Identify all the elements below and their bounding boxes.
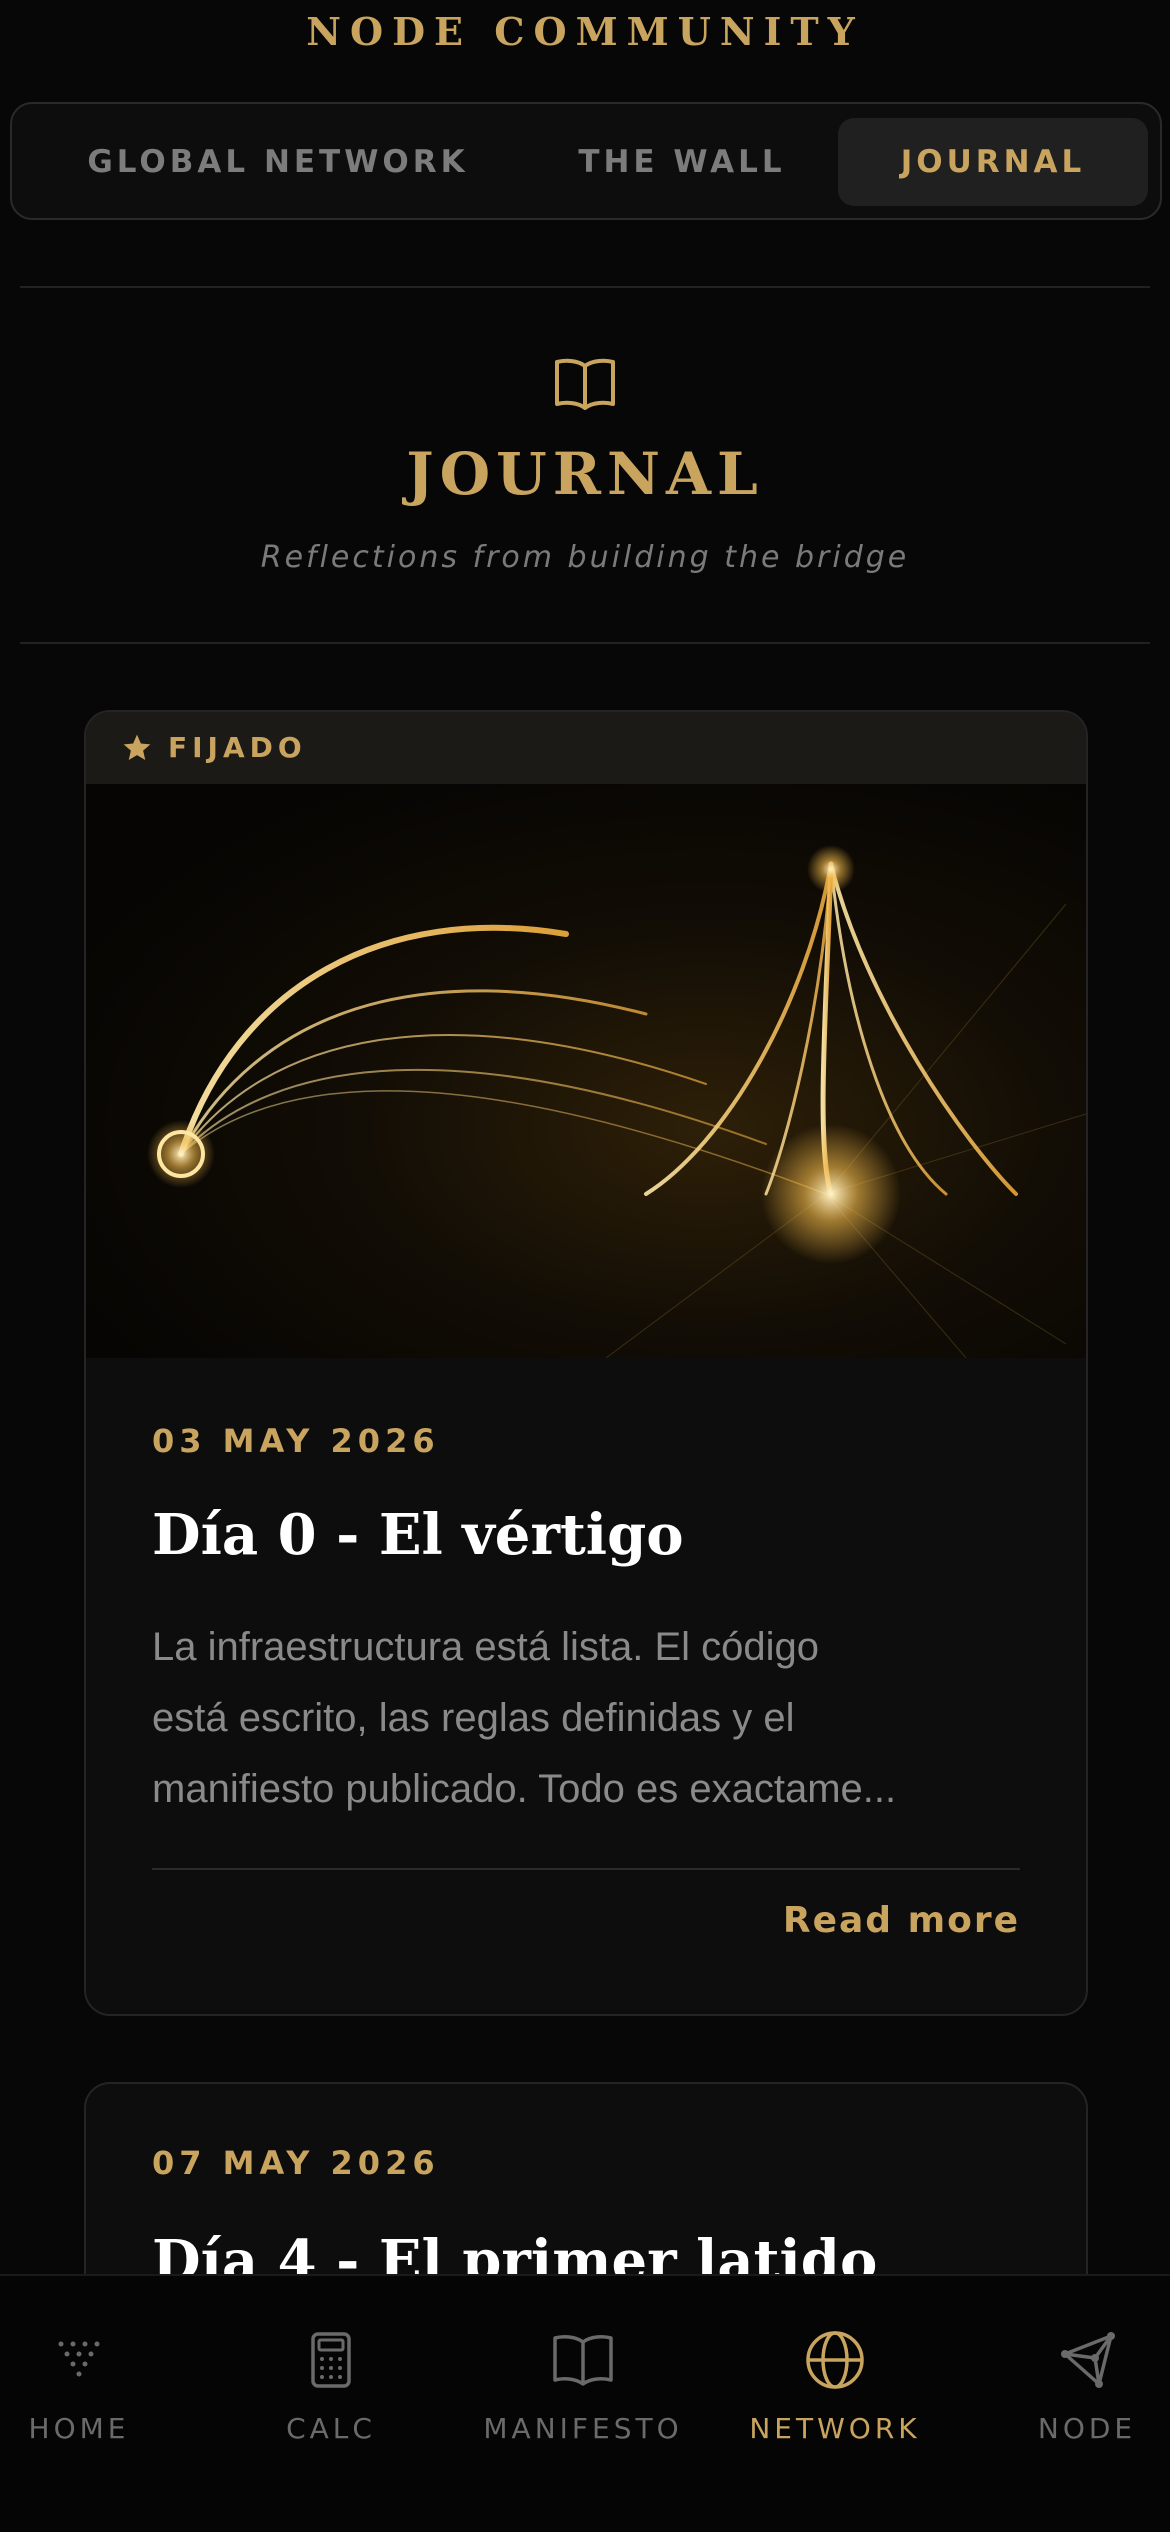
dots-triangle-icon	[58, 2341, 100, 2377]
tab-journal[interactable]: JOURNAL	[838, 118, 1148, 206]
calculator-icon	[311, 2332, 351, 2388]
section-title: JOURNAL	[406, 440, 764, 508]
journal-post-card[interactable]: FIJADO 03 MAY 2026 Día 0 - El vértigo La…	[84, 710, 1088, 2016]
pinned-label: FIJADO	[168, 731, 307, 764]
read-more-link[interactable]: Read more	[783, 1900, 1020, 1941]
app-title: NODE COMMUNITY	[306, 9, 864, 54]
nav-label: HOME	[28, 2412, 130, 2445]
pinned-banner: FIJADO	[86, 712, 1086, 784]
post-date: 03 MAY 2026	[152, 1422, 440, 1460]
nav-label: NODE	[1037, 2412, 1137, 2445]
segmented-tabs: GLOBAL NETWORK THE WALL JOURNAL	[10, 102, 1162, 220]
excerpt-line: manifiesto publicado. Todo es exactame..…	[152, 1767, 897, 1811]
globe-icon	[806, 2331, 864, 2389]
post-date: 07 MAY 2026	[152, 2144, 440, 2182]
book-icon	[553, 2335, 613, 2386]
bottom-navigation: HOME CALC MANIFESTO NETWORK NODE	[0, 2274, 1170, 2532]
nav-network[interactable]: NETWORK	[718, 2328, 952, 2458]
nav-home[interactable]: HOME	[0, 2328, 196, 2458]
book-open-icon	[555, 358, 615, 410]
star-icon	[123, 734, 151, 760]
card-divider	[152, 1868, 1020, 1870]
excerpt-line: La infraestructura está lista. El código	[152, 1625, 820, 1669]
excerpt-line: está escrito, las reglas definidas y el	[152, 1696, 795, 1740]
nav-label: NETWORK	[749, 2412, 921, 2445]
post-excerpt: La infraestructura está lista. El código…	[152, 1612, 1042, 1832]
nav-node[interactable]: NODE	[970, 2328, 1170, 2458]
header-divider	[20, 286, 1150, 288]
nav-label: CALC	[286, 2412, 376, 2445]
section-divider	[20, 642, 1150, 644]
node-graph-icon	[1061, 2332, 1115, 2388]
nav-manifesto[interactable]: MANIFESTO	[466, 2328, 700, 2458]
tab-global-network[interactable]: GLOBAL NETWORK	[48, 118, 508, 206]
nav-calc[interactable]: CALC	[214, 2328, 448, 2458]
tab-the-wall[interactable]: THE WALL	[532, 118, 832, 206]
section-subtitle: Reflections from building the bridge	[260, 540, 910, 575]
post-title[interactable]: Día 0 - El vértigo	[152, 1502, 684, 1568]
nav-label: MANIFESTO	[483, 2412, 683, 2445]
golden-bridge-light-image	[86, 784, 1086, 1358]
